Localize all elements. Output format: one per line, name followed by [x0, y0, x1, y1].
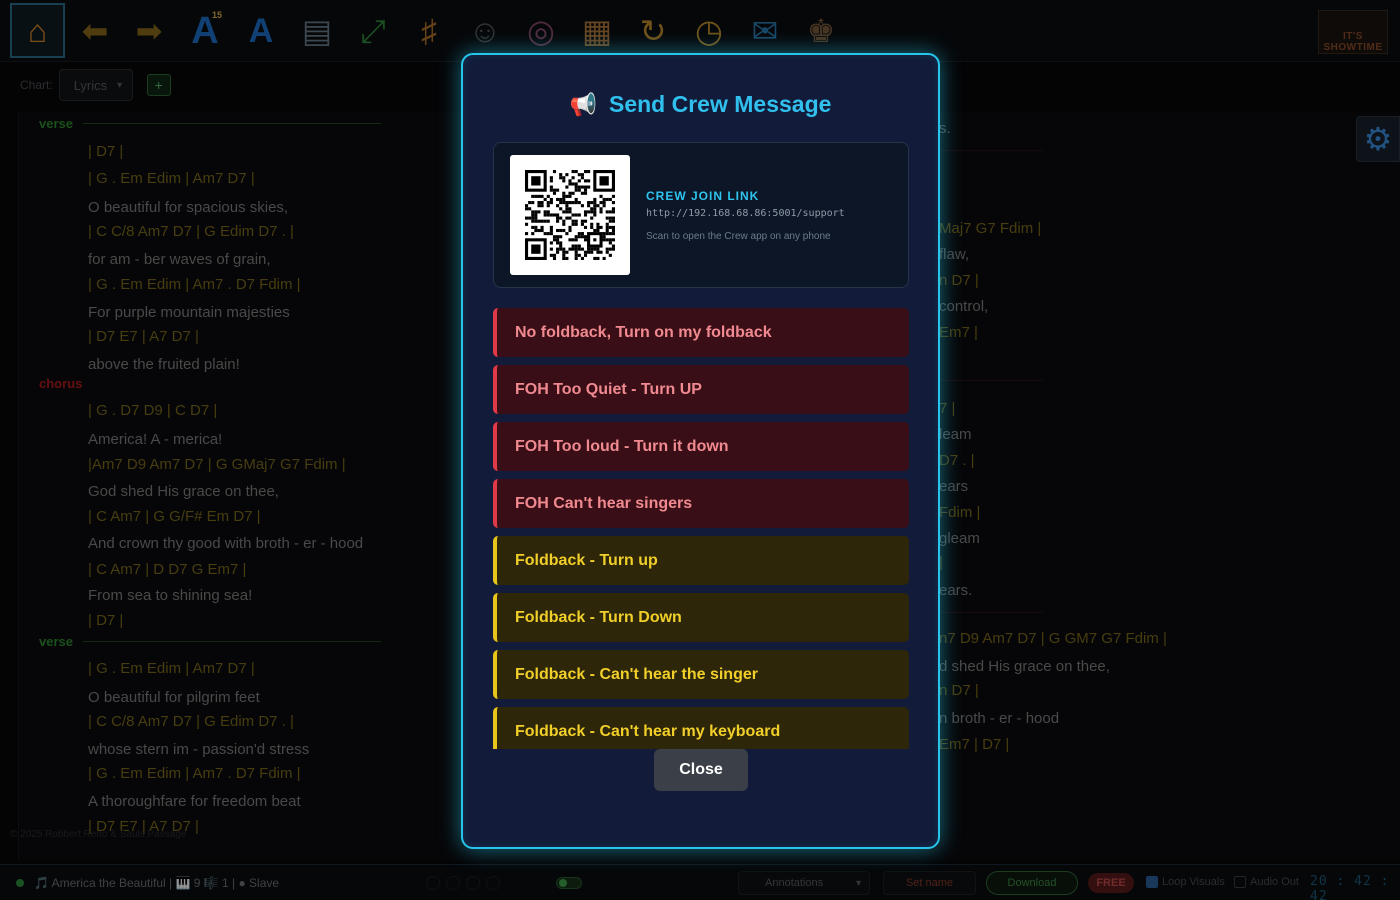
crew-message-button[interactable]: FOH Too Quiet - Turn UP [493, 365, 909, 414]
crew-message-button[interactable]: Foldback - Can't hear my keyboard [493, 707, 909, 749]
crew-message-button[interactable]: FOH Can't hear singers [493, 479, 909, 528]
dialog-title: 📢 Send Crew Message [463, 91, 938, 118]
crew-message-button[interactable]: No foldback, Turn on my foldback [493, 308, 909, 357]
message-list[interactable]: No foldback, Turn on my foldback FOH Too … [493, 308, 909, 749]
crew-join-url[interactable]: http://192.168.68.86:5001/support [646, 208, 845, 219]
megaphone-icon: 📢 [569, 91, 597, 117]
crew-join-card: CREW JOIN LINK http://192.168.68.86:5001… [493, 142, 909, 288]
qr-code-image [525, 170, 615, 260]
crew-message-button[interactable]: FOH Too loud - Turn it down [493, 422, 909, 471]
qr-code [510, 155, 630, 275]
app-root: ⌂ ⬅ ➡ A 15 A ▤ ⤢ ♯ ☺ ◎ ▦ ↻ ◷ ✉ ♚ IT'S SH… [0, 0, 1400, 900]
crew-join-title: CREW JOIN LINK [646, 189, 760, 203]
crew-message-dialog: 📢 Send Crew Message CREW JOIN LINK http:… [461, 53, 940, 849]
crew-message-button[interactable]: Foldback - Can't hear the singer [493, 650, 909, 699]
crew-message-button[interactable]: Foldback - Turn Down [493, 593, 909, 642]
close-button[interactable]: Close [654, 749, 748, 791]
crew-message-button[interactable]: Foldback - Turn up [493, 536, 909, 585]
crew-join-help: Scan to open the Crew app on any phone [646, 231, 831, 242]
dialog-title-text: Send Crew Message [608, 91, 832, 117]
